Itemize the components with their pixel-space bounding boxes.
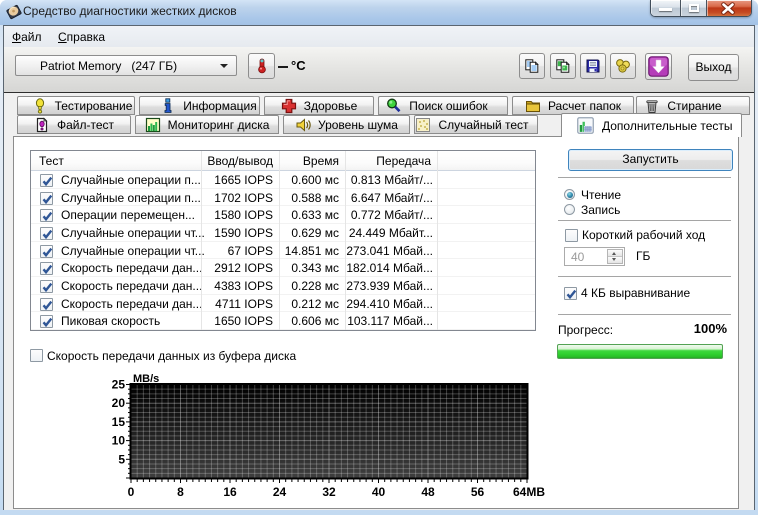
svg-text:40: 40 xyxy=(372,485,386,499)
svg-text:24: 24 xyxy=(273,485,287,499)
svg-text:64MB: 64MB xyxy=(513,485,545,499)
svg-text:5: 5 xyxy=(118,452,125,466)
svg-text:MB/s: MB/s xyxy=(133,373,159,385)
svg-text:8: 8 xyxy=(177,485,184,499)
svg-text:56: 56 xyxy=(471,485,485,499)
svg-text:10: 10 xyxy=(112,434,126,448)
svg-text:0: 0 xyxy=(128,485,135,499)
svg-text:25: 25 xyxy=(112,378,126,392)
svg-text:32: 32 xyxy=(322,485,336,499)
svg-text:15: 15 xyxy=(112,415,126,429)
svg-text:20: 20 xyxy=(112,396,126,410)
svg-text:48: 48 xyxy=(421,485,435,499)
svg-text:16: 16 xyxy=(223,485,237,499)
